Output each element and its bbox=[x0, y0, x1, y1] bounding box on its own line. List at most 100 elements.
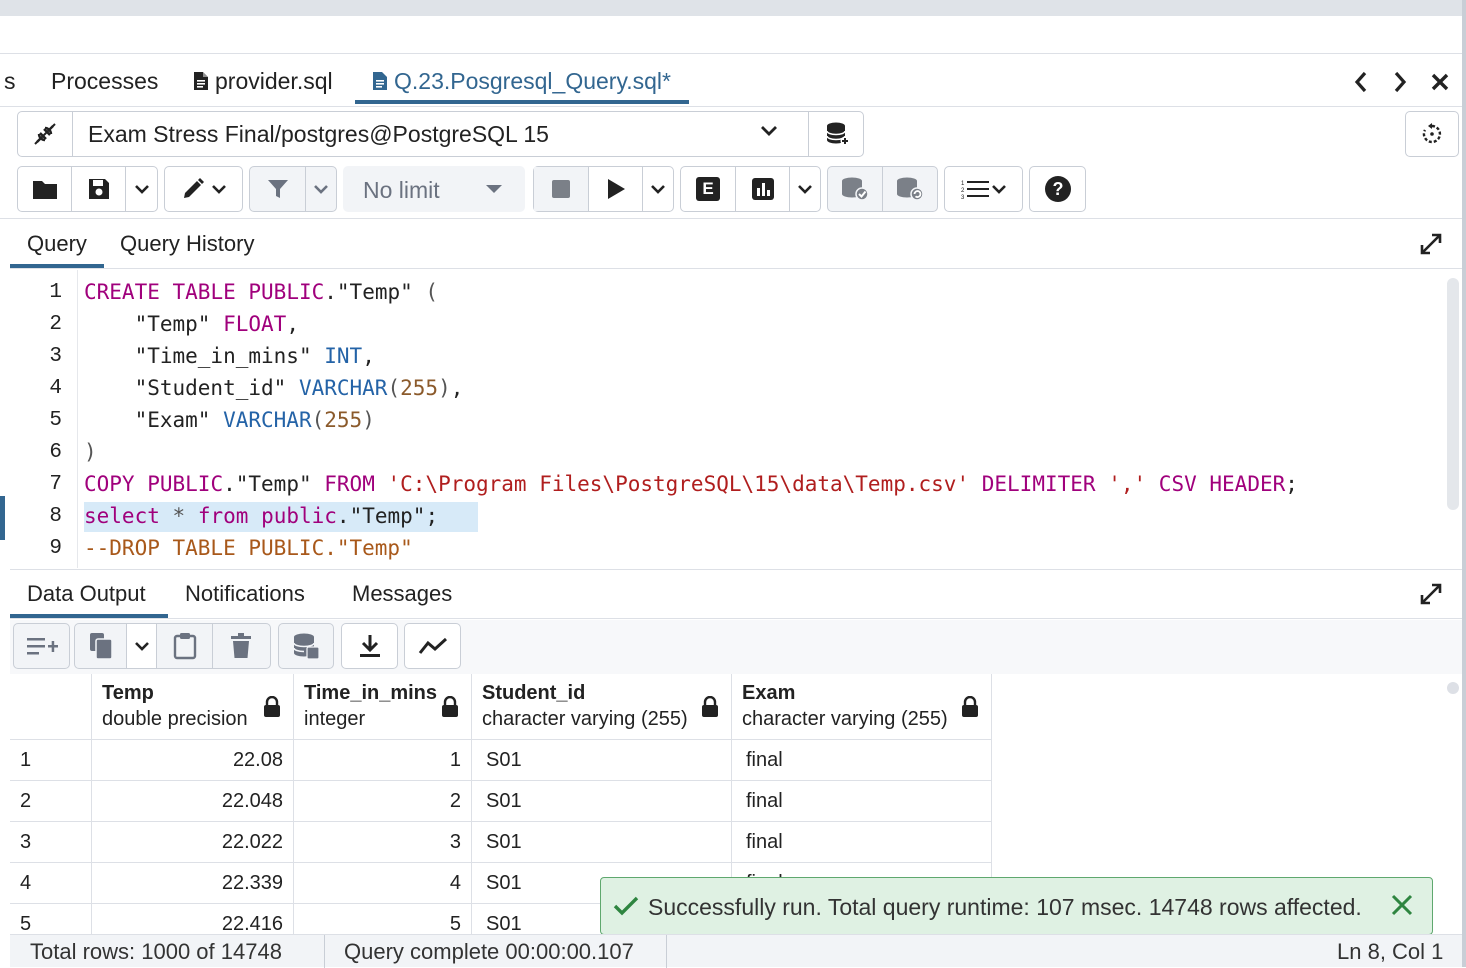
explain-options-button[interactable] bbox=[790, 167, 820, 211]
cell-temp[interactable]: 22.339 bbox=[92, 863, 294, 904]
column-type: character varying (255) bbox=[482, 708, 688, 730]
play-icon bbox=[607, 179, 625, 199]
chevron-right-icon[interactable] bbox=[1391, 70, 1409, 94]
line-number: 1 bbox=[49, 281, 62, 304]
table-row[interactable]: 1 22.08 1 S01 final bbox=[10, 740, 992, 781]
code-line-3: "Time_in_mins" INT, bbox=[134, 344, 375, 368]
connection-select[interactable]: Exam Stress Final/postgres@PostgreSQL 15 bbox=[17, 111, 864, 157]
cell-student-id[interactable]: S01 bbox=[472, 822, 732, 863]
cell-exam[interactable]: final bbox=[732, 740, 992, 781]
chevron-left-icon[interactable] bbox=[1352, 70, 1370, 94]
table-row[interactable]: 3 22.022 3 S01 final bbox=[10, 822, 992, 863]
save-options-button[interactable] bbox=[126, 167, 157, 211]
execute-button-group bbox=[533, 166, 674, 212]
copy-button[interactable] bbox=[75, 624, 127, 668]
tab-query[interactable]: Query bbox=[27, 231, 87, 257]
column-header-exam[interactable]: Exam character varying (255) bbox=[732, 674, 992, 740]
save-button[interactable] bbox=[72, 167, 126, 211]
commit-icon bbox=[842, 177, 869, 201]
macros-button[interactable]: 123 bbox=[945, 167, 1022, 211]
code-line-1: CREATE TABLE PUBLIC."Temp" ( bbox=[84, 280, 439, 304]
cell-time-in-mins[interactable]: 5 bbox=[294, 904, 472, 934]
open-file-button[interactable] bbox=[18, 167, 72, 211]
help-icon: ? bbox=[1044, 176, 1071, 202]
edit-button[interactable] bbox=[165, 167, 242, 211]
svg-text:2: 2 bbox=[961, 188, 965, 194]
tab-notifications[interactable]: Notifications bbox=[185, 581, 305, 607]
tab-processes[interactable]: Processes bbox=[51, 67, 158, 97]
pen-icon bbox=[183, 178, 204, 198]
close-icon[interactable] bbox=[1430, 72, 1450, 92]
code-token: ',' bbox=[1108, 472, 1147, 496]
column-header-time-in-mins[interactable]: Time_in_mins integer bbox=[294, 674, 472, 740]
new-connection-button[interactable] bbox=[808, 112, 864, 156]
code-token: VARCHAR bbox=[298, 376, 388, 400]
delete-row-button[interactable] bbox=[213, 624, 268, 668]
graph-visualiser-button[interactable] bbox=[405, 624, 460, 668]
sql-editor[interactable]: 1 2 3 4 5 6 7 8 9 CREATE TABLE PUBLIC."T… bbox=[10, 270, 1440, 568]
expand-icon[interactable] bbox=[1419, 582, 1443, 606]
code-line-7: COPY PUBLIC."Temp" FROM 'C:\Program File… bbox=[84, 472, 1298, 496]
connection-status-icon[interactable] bbox=[18, 112, 73, 156]
tab-messages[interactable]: Messages bbox=[352, 581, 452, 607]
cell-temp[interactable]: 22.08 bbox=[92, 740, 294, 781]
cell-time-in-mins[interactable]: 1 bbox=[294, 740, 472, 781]
refresh-button[interactable] bbox=[1405, 111, 1459, 157]
status-bar: Total rows: 1000 of 14748 Query complete… bbox=[10, 934, 1462, 968]
grid-scrollbar[interactable] bbox=[1447, 682, 1459, 694]
file-icon bbox=[194, 72, 208, 90]
paste-button[interactable] bbox=[157, 624, 213, 668]
chevron-down-icon bbox=[211, 185, 226, 194]
cell-student-id[interactable]: S01 bbox=[472, 740, 732, 781]
tab-query-history[interactable]: Query History bbox=[120, 231, 254, 257]
cell-exam[interactable]: final bbox=[732, 822, 992, 863]
column-header-temp[interactable]: Temp double precision bbox=[92, 674, 294, 740]
editor-scrollbar[interactable] bbox=[1447, 278, 1459, 510]
row-number: 3 bbox=[10, 822, 92, 863]
filter-button[interactable] bbox=[250, 167, 306, 211]
cell-time-in-mins[interactable]: 4 bbox=[294, 863, 472, 904]
close-icon[interactable] bbox=[1390, 893, 1414, 917]
row-number: 2 bbox=[10, 781, 92, 822]
cell-temp[interactable]: 22.048 bbox=[92, 781, 294, 822]
tab-provider-sql[interactable]: provider.sql bbox=[193, 67, 333, 97]
cell-student-id[interactable]: S01 bbox=[472, 781, 732, 822]
column-header-student-id[interactable]: Student_id character varying (255) bbox=[472, 674, 732, 740]
save-data-button[interactable] bbox=[279, 624, 333, 668]
cell-time-in-mins[interactable]: 2 bbox=[294, 781, 472, 822]
stop-button[interactable] bbox=[534, 167, 589, 211]
cursor-position-status: Ln 8, Col 1 bbox=[1337, 939, 1444, 964]
chevron-down-icon bbox=[651, 185, 665, 194]
add-row-button[interactable] bbox=[14, 624, 69, 668]
caret-down-icon bbox=[486, 185, 502, 193]
rollback-button[interactable] bbox=[883, 167, 937, 211]
help-button[interactable]: ? bbox=[1030, 167, 1085, 211]
window-right-edge bbox=[1462, 0, 1466, 967]
tab-partial[interactable]: s bbox=[4, 67, 16, 97]
cell-temp[interactable]: 22.416 bbox=[92, 904, 294, 934]
row-limit-select[interactable]: No limit bbox=[343, 166, 525, 212]
cell-temp[interactable]: 22.022 bbox=[92, 822, 294, 863]
tab-data-output[interactable]: Data Output bbox=[27, 581, 146, 607]
table-row[interactable]: 2 22.048 2 S01 final bbox=[10, 781, 992, 822]
execute-button[interactable] bbox=[589, 167, 643, 211]
tab-query-file[interactable]: Q.23.Posgresql_Query.sql* bbox=[372, 67, 671, 97]
execute-options-button[interactable] bbox=[643, 167, 673, 211]
tab-partial-label: s bbox=[4, 68, 16, 94]
expand-icon[interactable] bbox=[1419, 232, 1443, 256]
cell-exam[interactable]: final bbox=[732, 781, 992, 822]
code-token: HEADER bbox=[1209, 472, 1286, 496]
filter-options-button[interactable] bbox=[306, 167, 336, 211]
tab-processes-label: Processes bbox=[51, 68, 159, 94]
code-token: "Student_id" bbox=[134, 376, 287, 400]
copy-options-button[interactable] bbox=[127, 624, 157, 668]
code-line-5: "Exam" VARCHAR(255) bbox=[134, 408, 375, 432]
explain-button[interactable]: E bbox=[681, 167, 736, 211]
active-tab-indicator bbox=[355, 100, 689, 104]
line-number: 8 bbox=[49, 505, 62, 528]
download-button[interactable] bbox=[342, 624, 397, 668]
explain-analyze-button[interactable] bbox=[736, 167, 790, 211]
column-name: Temp bbox=[102, 682, 154, 704]
commit-button[interactable] bbox=[828, 167, 883, 211]
cell-time-in-mins[interactable]: 3 bbox=[294, 822, 472, 863]
